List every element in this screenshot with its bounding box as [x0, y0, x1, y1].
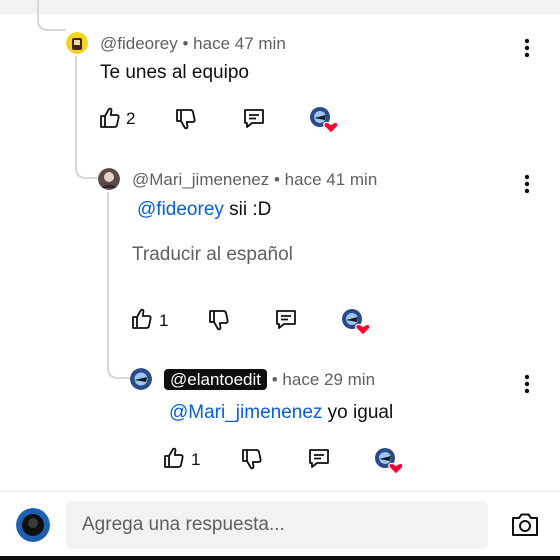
reply-comment-icon: [276, 310, 296, 329]
reply-input-placeholder: Agrega una respuesta...: [82, 514, 285, 535]
comment-meta: @fideorey • hace 47 min: [100, 34, 286, 54]
like-button[interactable]: [130, 307, 154, 331]
my-avatar[interactable]: [16, 508, 50, 542]
comment-body: sii :D: [223, 199, 272, 220]
camera-button[interactable]: [510, 511, 540, 539]
thumbs-up-icon: [100, 107, 120, 128]
divider: [0, 491, 560, 492]
like-count: 2: [126, 109, 136, 128]
reply-button[interactable]: [274, 307, 298, 331]
thumbs-down-icon: [209, 310, 229, 331]
like-count: 1: [191, 450, 201, 469]
avatar[interactable]: [98, 168, 120, 190]
more-options-button[interactable]: [517, 36, 537, 60]
reply-input[interactable]: Agrega una respuesta...: [66, 501, 488, 549]
creator-author-chip[interactable]: @elantoedit: [164, 369, 267, 390]
mention-link[interactable]: @Mari_jimenenez: [169, 402, 322, 423]
comment-author[interactable]: @Mari_jimenenez: [132, 170, 269, 189]
creator-heart-icon: [375, 448, 404, 475]
translate-link[interactable]: Traducir al español: [132, 244, 293, 266]
like-button[interactable]: [98, 106, 122, 130]
dislike-button[interactable]: [240, 447, 264, 471]
creator-heart-icon: [342, 309, 371, 336]
more-options-button[interactable]: [517, 372, 537, 396]
comment-text: Te unes al equipo: [100, 62, 249, 83]
avatar[interactable]: [130, 368, 152, 390]
creator-heart-badge: [374, 447, 404, 475]
thumbs-down-icon: [242, 449, 262, 470]
reply-comment-icon: [309, 449, 329, 468]
creator-heart-badge: [309, 106, 339, 134]
camera-icon: [512, 513, 538, 536]
thumbs-down-icon: [176, 109, 196, 130]
dislike-button[interactable]: [207, 308, 231, 332]
avatar[interactable]: [66, 32, 88, 54]
comment-text: @Mari_jimenenez yo igual: [169, 402, 393, 424]
comment-time: • hace 41 min: [274, 170, 378, 189]
more-vertical-icon: [524, 174, 530, 194]
like-count: 1: [159, 311, 169, 330]
comment-time: • hace 29 min: [271, 370, 376, 389]
comment-meta: @elantoedit • hace 29 min: [164, 369, 376, 390]
thumbs-up-icon: [132, 308, 152, 329]
dislike-button[interactable]: [174, 107, 198, 131]
bottom-edge: [0, 556, 560, 560]
reply-button[interactable]: [242, 106, 266, 130]
more-vertical-icon: [524, 38, 530, 58]
comment-time: • hace 47 min: [182, 34, 286, 53]
reply-comment-icon: [244, 109, 264, 128]
comment-text: @fideorey sii :D: [137, 199, 271, 221]
creator-heart-badge: [341, 308, 371, 336]
more-options-button[interactable]: [517, 172, 537, 196]
mention-link[interactable]: @fideorey: [137, 199, 224, 220]
comment-author[interactable]: @fideorey: [100, 34, 178, 53]
creator-heart-icon: [310, 107, 339, 134]
comment-meta: @Mari_jimenenez • hace 41 min: [132, 170, 377, 190]
like-button[interactable]: [162, 446, 186, 470]
more-vertical-icon: [524, 374, 530, 394]
thumbs-up-icon: [164, 447, 184, 468]
reply-button[interactable]: [307, 446, 331, 470]
comment-body: yo igual: [322, 402, 394, 423]
